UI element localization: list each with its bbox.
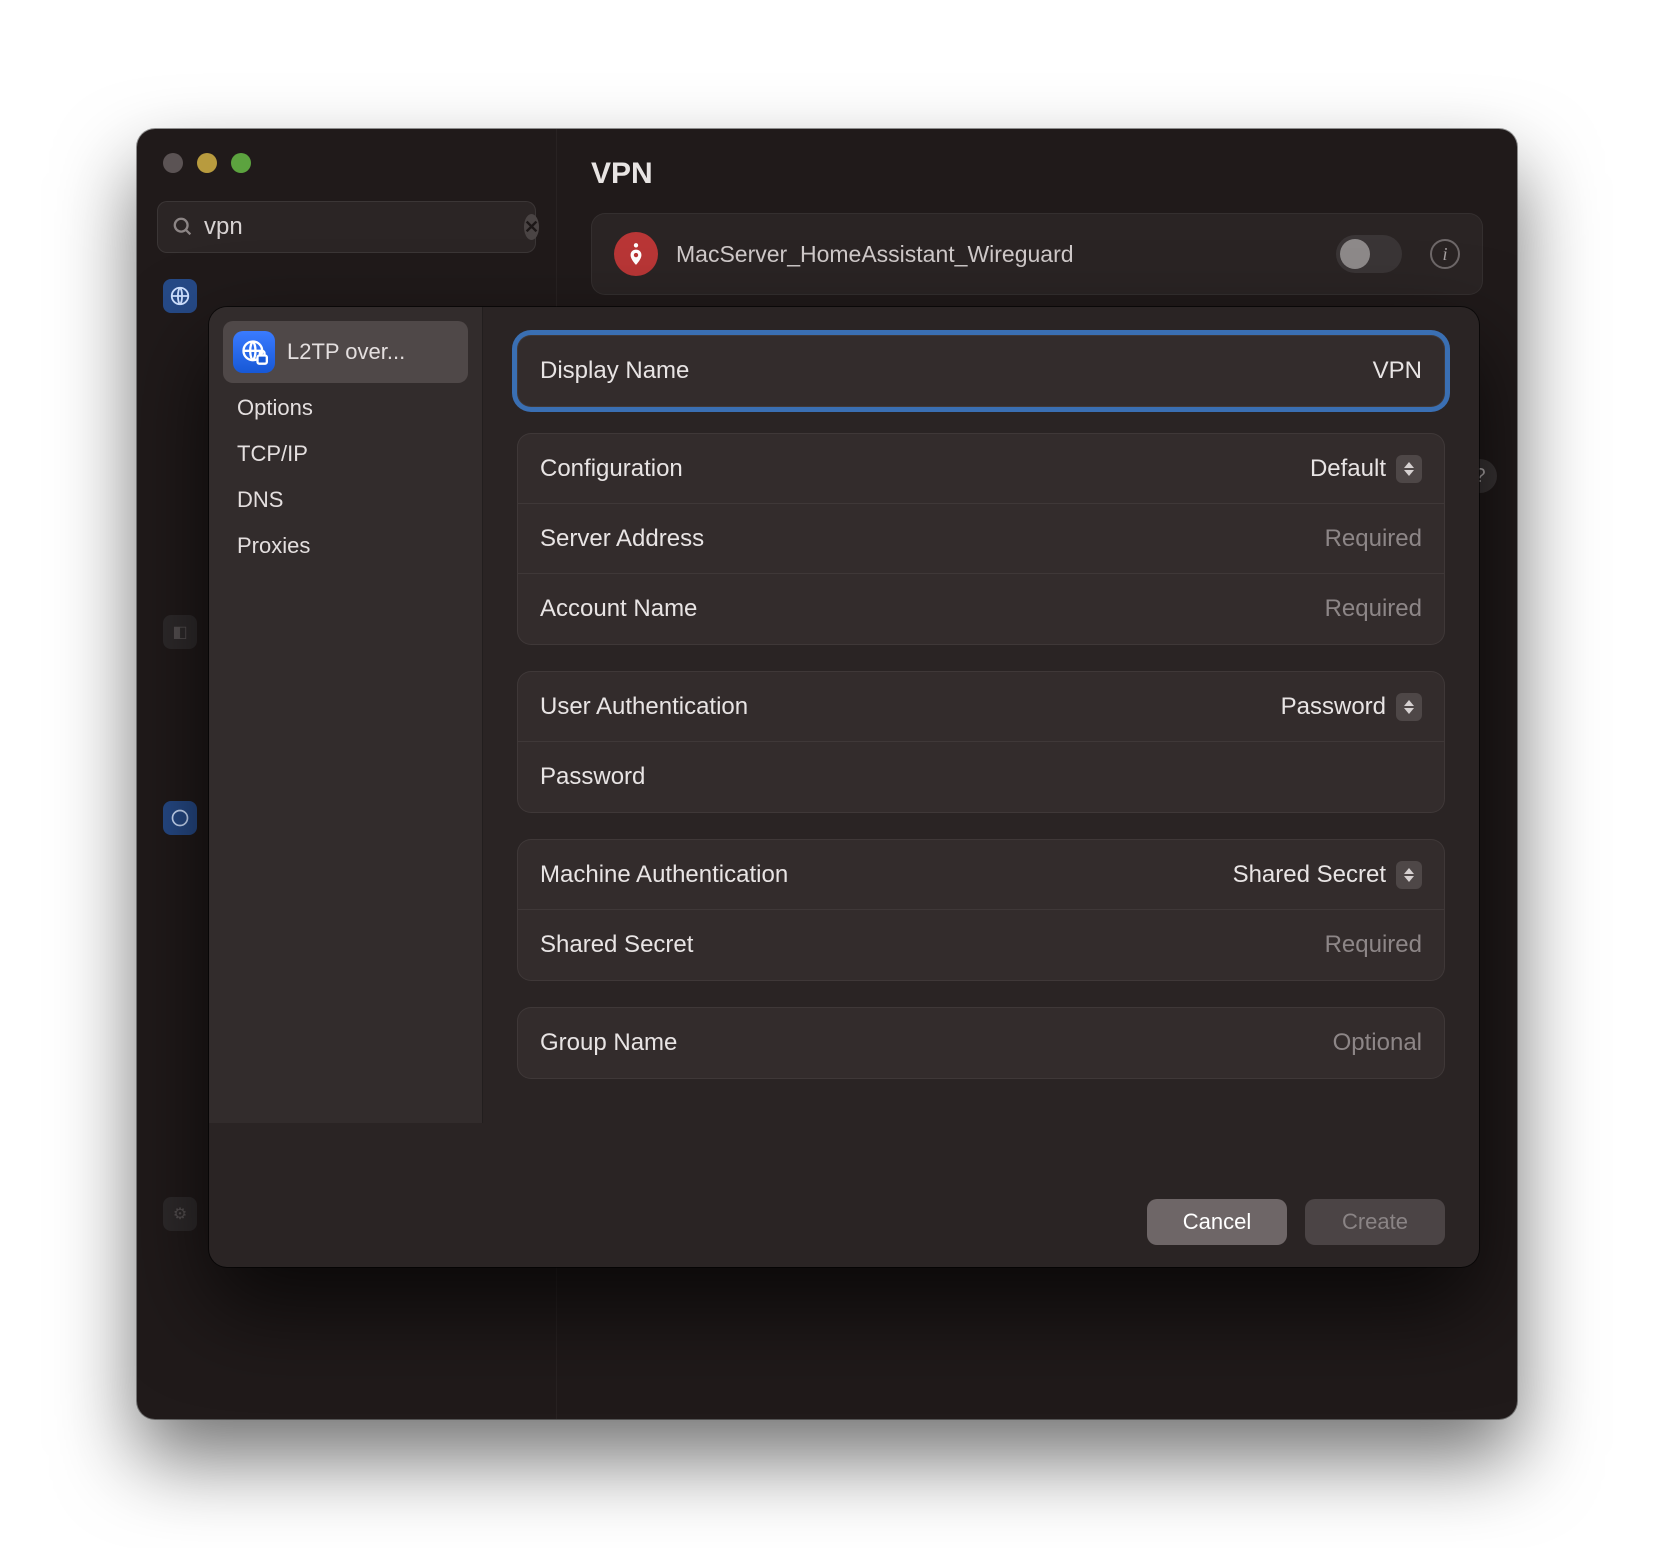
- sheet-tab-l2tp[interactable]: L2TP over...: [223, 321, 468, 383]
- wireguard-icon: [614, 232, 658, 276]
- machine-auth-label: Machine Authentication: [540, 861, 788, 889]
- sidebar-network-icon[interactable]: [163, 279, 197, 313]
- sheet-tab-tcpip[interactable]: TCP/IP: [223, 433, 468, 475]
- sidebar-icon-2[interactable]: ◧: [163, 615, 197, 649]
- user-auth-group: User Authentication Password Password: [517, 671, 1445, 813]
- close-window-dot[interactable]: [163, 153, 183, 173]
- sheet-tab-l2tp-label: L2TP over...: [287, 339, 405, 365]
- configuration-label: Configuration: [540, 455, 683, 483]
- server-address-label: Server Address: [540, 525, 704, 553]
- create-button[interactable]: Create: [1305, 1199, 1445, 1245]
- machine-auth-group: Machine Authentication Shared Secret Sha…: [517, 839, 1445, 981]
- vpn-toggle[interactable]: [1336, 235, 1402, 273]
- search-input[interactable]: [194, 213, 524, 241]
- search-field[interactable]: ✕: [157, 201, 536, 253]
- globe-lock-icon: [233, 331, 275, 373]
- sidebar-icon-3[interactable]: [163, 801, 197, 835]
- machine-auth-value: Shared Secret: [1233, 861, 1386, 889]
- zoom-window-dot[interactable]: [231, 153, 251, 173]
- display-name-input[interactable]: [981, 357, 1422, 385]
- display-name-label: Display Name: [540, 357, 689, 385]
- display-name-group: Display Name: [517, 335, 1445, 407]
- window-controls: [157, 153, 536, 173]
- page-title: VPN: [591, 157, 1483, 191]
- password-label: Password: [540, 763, 645, 791]
- configuration-select[interactable]: Default: [1310, 455, 1422, 483]
- account-name-input[interactable]: [981, 595, 1422, 623]
- password-input[interactable]: [981, 763, 1422, 791]
- sheet-sidebar: L2TP over... Options TCP/IP DNS Proxies: [209, 307, 483, 1123]
- shared-secret-input[interactable]: [981, 931, 1422, 959]
- stepper-icon: [1396, 861, 1422, 889]
- group-name-group: Group Name: [517, 1007, 1445, 1079]
- sheet-tab-options[interactable]: Options: [223, 387, 468, 429]
- shared-secret-label: Shared Secret: [540, 931, 693, 959]
- info-icon[interactable]: i: [1430, 239, 1460, 269]
- clear-search-icon[interactable]: ✕: [524, 214, 539, 240]
- sidebar-icon-4[interactable]: ⚙: [163, 1197, 197, 1231]
- user-auth-value: Password: [1281, 693, 1386, 721]
- sheet-form: Display Name Configuration Default Serve…: [483, 307, 1479, 1267]
- sheet-footer: Cancel Create: [517, 1179, 1445, 1245]
- sheet-tab-proxies[interactable]: Proxies: [223, 525, 468, 567]
- system-settings-window: ✕ ◧ ⚙ VPN MacServer_HomeAssistant_Wiregu…: [137, 129, 1517, 1419]
- user-auth-select[interactable]: Password: [1281, 693, 1422, 721]
- vpn-connection-card[interactable]: MacServer_HomeAssistant_Wireguard i: [591, 213, 1483, 295]
- add-vpn-sheet: L2TP over... Options TCP/IP DNS Proxies …: [209, 307, 1479, 1267]
- group-name-label: Group Name: [540, 1029, 677, 1057]
- connection-group: Configuration Default Server Address Acc…: [517, 433, 1445, 645]
- configuration-value: Default: [1310, 455, 1386, 483]
- machine-auth-select[interactable]: Shared Secret: [1233, 861, 1422, 889]
- stepper-icon: [1396, 455, 1422, 483]
- search-icon: [172, 215, 194, 239]
- group-name-input[interactable]: [981, 1029, 1422, 1057]
- stepper-icon: [1396, 693, 1422, 721]
- user-auth-label: User Authentication: [540, 693, 748, 721]
- minimize-window-dot[interactable]: [197, 153, 217, 173]
- vpn-connection-name: MacServer_HomeAssistant_Wireguard: [676, 241, 1074, 268]
- cancel-button[interactable]: Cancel: [1147, 1199, 1287, 1245]
- server-address-input[interactable]: [981, 525, 1422, 553]
- account-name-label: Account Name: [540, 595, 697, 623]
- sheet-tab-dns[interactable]: DNS: [223, 479, 468, 521]
